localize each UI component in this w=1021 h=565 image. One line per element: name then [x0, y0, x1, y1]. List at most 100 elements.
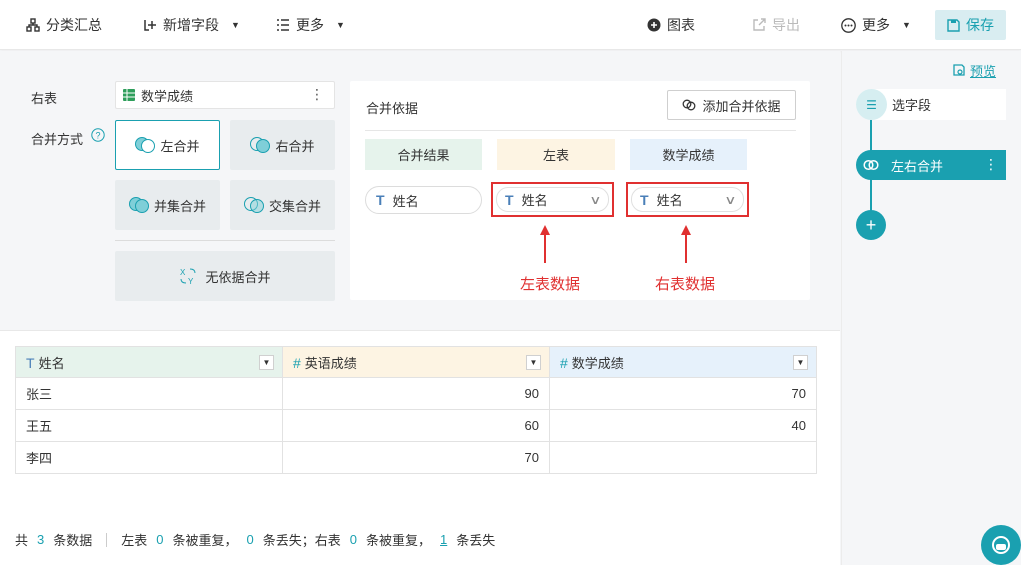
save-button[interactable]: 保存 — [935, 10, 1006, 40]
table-header-name[interactable]: T 姓名 ▼ — [15, 346, 283, 378]
result-field-input[interactable]: T 姓名 — [365, 186, 482, 214]
group-summary-icon — [26, 18, 40, 32]
text-type-icon: T — [640, 191, 649, 208]
summary-right-lost-link[interactable]: 1 — [440, 532, 447, 547]
venn-union-icon — [128, 196, 149, 214]
chart-button[interactable]: 图表 — [647, 0, 695, 50]
plus-icon: + — [865, 214, 877, 235]
preview-link[interactable]: 预览 — [953, 61, 996, 80]
merge-basis-title: 合并依据 — [366, 101, 419, 116]
intersect-merge-button[interactable]: 交集合并 — [230, 180, 335, 230]
union-merge-button[interactable]: 并集合并 — [115, 180, 220, 230]
table-header-math[interactable]: # 数学成绩 ▼ — [549, 346, 817, 378]
summary-total-suffix: 条数据 — [53, 533, 93, 548]
add-merge-basis-label: 添加合并依据 — [702, 98, 781, 114]
table-cell: 70 — [282, 441, 550, 474]
kebab-menu-icon[interactable]: ⋮ — [984, 156, 998, 173]
more-left-button[interactable]: 更多 ▼ — [276, 0, 345, 50]
table-cell: 张三 — [15, 377, 283, 410]
left-field-select[interactable]: T 姓名 ∨ — [496, 187, 609, 212]
header-label: 数学成绩 — [571, 355, 624, 371]
basis-separator — [365, 130, 796, 131]
right-field-highlight: T 姓名 ∨ — [626, 182, 749, 217]
more-right-button[interactable]: 更多 ▼ — [841, 0, 911, 50]
add-field-icon — [144, 20, 156, 31]
summary-right-dup: 0 — [349, 532, 358, 547]
summary-total: 3 — [37, 532, 45, 547]
save-label: 保存 — [966, 17, 994, 33]
steps-sidebar — [841, 51, 1021, 565]
add-step-button[interactable]: + — [856, 210, 886, 240]
left-merge-button[interactable]: 左合并 — [115, 120, 220, 170]
table-cell: 70 — [549, 377, 817, 410]
venn-right-icon — [250, 136, 271, 154]
right-table-select[interactable]: 数学成绩 ⋮ — [115, 81, 335, 109]
text-type-icon: T — [26, 354, 35, 371]
more-left-label: 更多 — [296, 17, 324, 33]
chevron-down-icon: ∨ — [724, 193, 737, 207]
add-merge-basis-button[interactable]: 添加合并依据 — [667, 90, 796, 120]
preview-icon — [953, 64, 965, 76]
merge-circles-icon — [856, 150, 886, 180]
right-field-value: 姓名 — [656, 193, 683, 208]
merge-basis-card: 合并依据 添加合并依据 合并结果 左表 数学成绩 T 姓名 T 姓名 ∨ T 姓… — [350, 81, 810, 300]
svg-text:Y: Y — [188, 277, 194, 285]
dropdown-icon[interactable]: ▼ — [526, 355, 541, 370]
result-table: T 姓名 ▼ # 英语成绩 ▼ # 数学成绩 ▼ 张三 90 70 王五 60 40 … — [15, 346, 817, 474]
dropdown-icon[interactable]: ▼ — [793, 355, 808, 370]
text-type-icon: T — [376, 192, 385, 208]
headset-icon — [992, 536, 1010, 554]
venn-intersect-icon — [243, 196, 264, 214]
caret-down-icon: ▼ — [336, 20, 345, 30]
table-row: 王五 60 40 — [15, 409, 817, 442]
table-row: 张三 90 70 — [15, 377, 817, 410]
list-icon — [277, 19, 289, 31]
step-lr-merge-label: 左右合并 — [891, 158, 944, 174]
export-icon — [753, 18, 766, 31]
group-summary-label: 分类汇总 — [46, 17, 102, 33]
venn-left-icon — [135, 136, 156, 154]
annotation-left-data: 左表数据 — [520, 276, 581, 293]
summary-left-lost: 0 — [246, 532, 254, 547]
summary-left-dup: 0 — [156, 532, 164, 547]
chevron-down-icon: ∨ — [589, 193, 602, 207]
more-dots-icon — [841, 17, 856, 33]
no-basis-merge-button[interactable]: XY 无依据合并 — [115, 251, 335, 301]
annotation-arrow-left — [544, 234, 546, 263]
table-cell: 40 — [549, 409, 817, 442]
table-cell: 90 — [282, 377, 550, 410]
svg-text:X: X — [180, 268, 186, 277]
step-lr-merge[interactable]: 左右合并 ⋮ — [856, 150, 1006, 180]
caret-down-icon: ▼ — [902, 20, 911, 30]
summary-prefix: 共 — [15, 533, 29, 548]
step-select-fields-label: 选字段 — [892, 98, 932, 113]
svg-text:?: ? — [95, 131, 100, 141]
more-right-label: 更多 — [862, 17, 890, 33]
annotation-right-data: 右表数据 — [655, 276, 716, 293]
header-label: 英语成绩 — [304, 355, 357, 371]
customer-service-button[interactable] — [981, 525, 1021, 565]
summary-left-label: 左表 — [121, 533, 148, 548]
help-icon[interactable]: ? — [91, 128, 105, 142]
caret-down-icon: ▼ — [231, 20, 240, 30]
right-merge-button[interactable]: 右合并 — [230, 120, 335, 170]
dropdown-icon[interactable]: ▼ — [259, 355, 274, 370]
kebab-menu-icon[interactable]: ⋮ — [310, 86, 324, 103]
right-field-select[interactable]: T 姓名 ∨ — [631, 187, 744, 212]
table-header-english[interactable]: # 英语成绩 ▼ — [282, 346, 550, 378]
left-column-header: 左表 — [497, 139, 615, 170]
summary-bar: 共 3 条数据 左表 0 条被重复， 0 条丢失；右表 0 条被重复， 1 条丢… — [15, 530, 495, 549]
right-merge-label: 右合并 — [275, 138, 315, 154]
left-field-value: 姓名 — [521, 193, 548, 208]
spreadsheet-icon — [123, 89, 135, 101]
add-field-button[interactable]: 新增字段 ▼ — [143, 0, 240, 50]
export-label: 导出 — [772, 17, 800, 33]
group-summary-button[interactable]: 分类汇总 — [26, 0, 102, 50]
step-select-fields[interactable]: ☰ 选字段 — [856, 89, 1006, 120]
no-basis-merge-label: 无依据合并 — [205, 269, 271, 285]
summary-right-dup-text: 条被重复， — [366, 533, 432, 548]
header-label: 姓名 — [38, 355, 65, 371]
toolbar: 分类汇总 新增字段 ▼ 更多 ▼ 图表 导出 更多 ▼ 保存 — [0, 0, 1021, 50]
export-button[interactable]: 导出 — [752, 0, 800, 50]
link-icon — [683, 99, 696, 111]
